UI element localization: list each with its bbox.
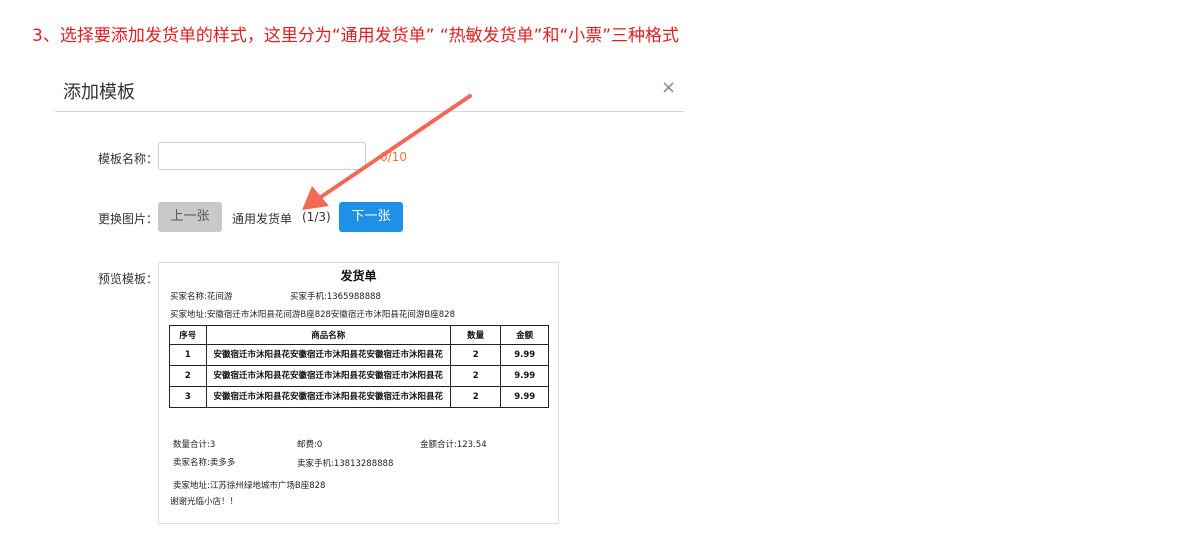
preview-seller-phone: 卖家手机:13813288888 xyxy=(297,459,394,469)
cell-qty: 2 xyxy=(449,386,502,408)
preview-seller-address: 卖家地址:江苏徐州绿地城市广场B座828 xyxy=(173,481,326,491)
column-header-amount: 金额 xyxy=(500,325,549,345)
close-icon[interactable]: × xyxy=(661,78,676,98)
change-image-label: 更换图片： xyxy=(98,212,159,226)
cell-seq: 1 xyxy=(169,344,207,366)
cell-seq: 2 xyxy=(169,365,207,387)
cell-qty: 2 xyxy=(449,365,502,387)
preview-items-table: 序号 商品名称 数量 金额 1 安徽宿迁市沐阳县花安徽宿迁市沐阳县花安徽宿迁市沐… xyxy=(169,325,549,408)
cell-seq: 3 xyxy=(169,386,207,408)
preview-buyer-address: 买家地址:安徽宿迁市沐阳县花间游B座828安徽宿迁市沐阳县花间游B座828 xyxy=(170,310,455,320)
template-name-input[interactable] xyxy=(158,142,366,170)
instruction-text: 3、选择要添加发货单的样式，这里分为“通用发货单” “热敏发货单”和“小票”三种… xyxy=(32,26,680,46)
table-row: 2 安徽宿迁市沐阳县花安徽宿迁市沐阳县花安徽宿迁市沐阳县花 2 9.99 xyxy=(169,365,549,387)
name-char-counter: 0/10 xyxy=(380,150,407,164)
dialog-title: 添加模板 xyxy=(63,82,135,103)
preview-template-label: 预览模板： xyxy=(98,272,159,286)
preview-total-qty: 数量合计:3 xyxy=(173,440,216,450)
table-header-row: 序号 商品名称 数量 金额 xyxy=(169,325,549,345)
template-type-text: 通用发货单 xyxy=(232,212,293,226)
dialog-divider xyxy=(55,111,684,112)
table-row: 1 安徽宿迁市沐阳县花安徽宿迁市沐阳县花安徽宿迁市沐阳县花 2 9.99 xyxy=(169,344,549,366)
column-header-name: 商品名称 xyxy=(205,325,452,345)
template-page-indicator: (1/3) xyxy=(302,210,331,224)
cell-amount: 9.99 xyxy=(500,365,549,387)
preview-postage: 邮费:0 xyxy=(297,440,323,450)
cell-name: 安徽宿迁市沐阳县花安徽宿迁市沐阳县花安徽宿迁市沐阳县花 xyxy=(205,386,452,408)
cell-name: 安徽宿迁市沐阳县花安徽宿迁市沐阳县花安徽宿迁市沐阳县花 xyxy=(205,344,452,366)
preview-seller-name: 卖家名称:卖多多 xyxy=(173,458,236,468)
next-template-button[interactable]: 下一张 xyxy=(339,202,403,232)
template-preview: 发货单 买家名称:花间游 买家手机:1365988888 买家地址:安徽宿迁市沐… xyxy=(158,262,559,524)
preview-thanks: 谢谢光临小店！！ xyxy=(170,497,239,507)
column-header-seq: 序号 xyxy=(169,325,207,345)
cell-qty: 2 xyxy=(449,344,502,366)
template-name-label: 模板名称： xyxy=(98,152,159,166)
prev-template-button[interactable]: 上一张 xyxy=(158,202,222,232)
preview-total-amount: 金额合计:123.54 xyxy=(420,440,487,450)
cell-amount: 9.99 xyxy=(500,344,549,366)
preview-buyer-phone: 买家手机:1365988888 xyxy=(290,292,381,302)
preview-buyer-name: 买家名称:花间游 xyxy=(170,292,233,302)
cell-name: 安徽宿迁市沐阳县花安徽宿迁市沐阳县花安徽宿迁市沐阳县花 xyxy=(205,365,452,387)
cell-amount: 9.99 xyxy=(500,386,549,408)
preview-title: 发货单 xyxy=(340,269,377,283)
column-header-qty: 数量 xyxy=(449,325,502,345)
table-row: 3 安徽宿迁市沐阳县花安徽宿迁市沐阳县花安徽宿迁市沐阳县花 2 9.99 xyxy=(169,386,549,408)
